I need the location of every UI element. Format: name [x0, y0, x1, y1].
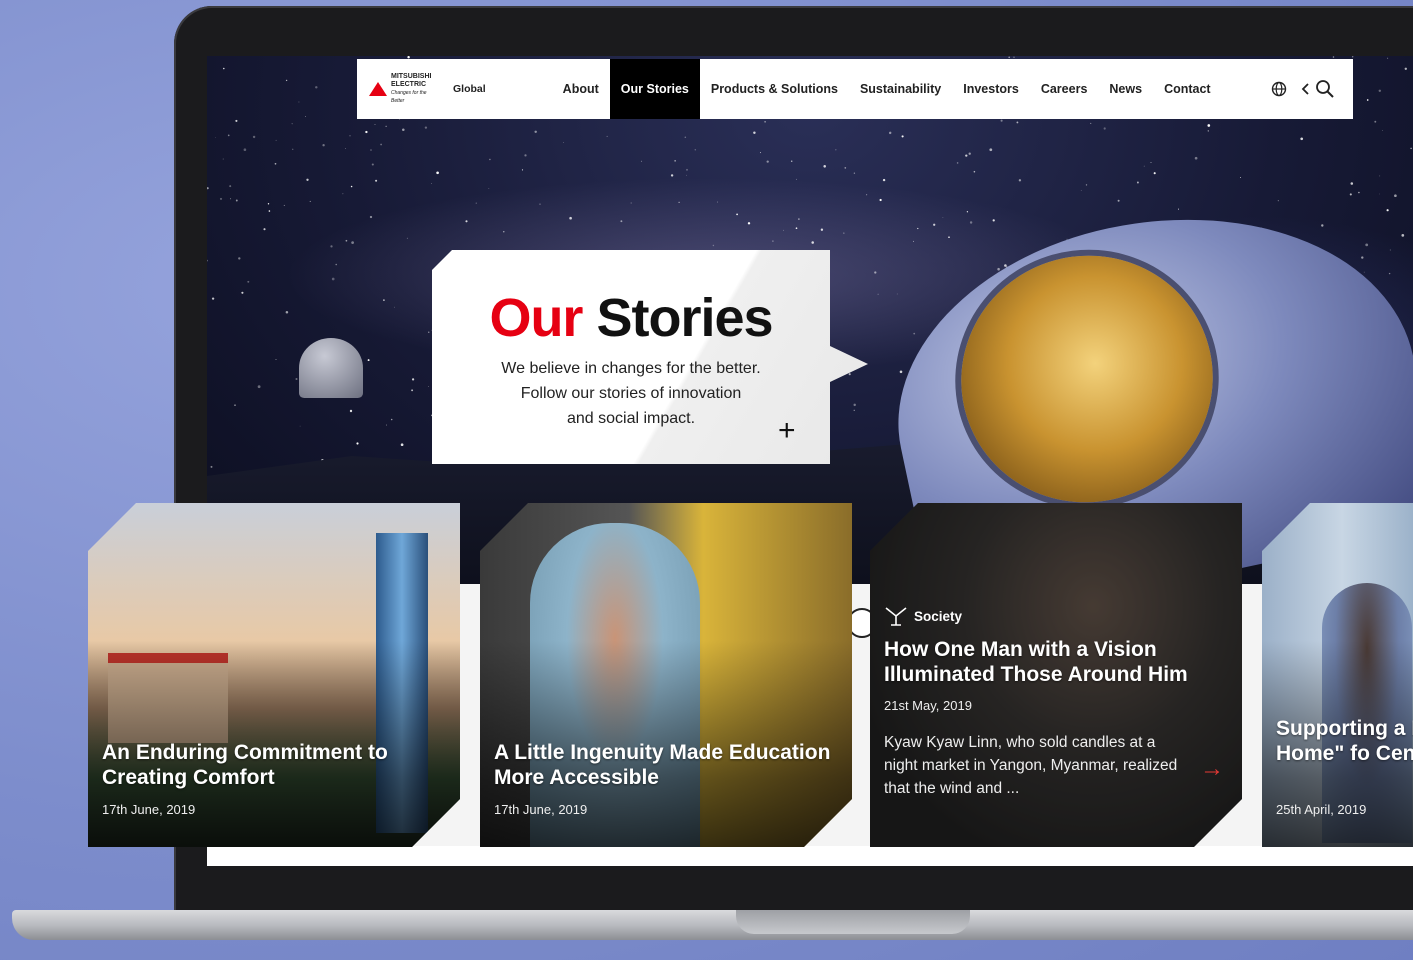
search-icon[interactable] — [1315, 79, 1335, 99]
card-title: How One Man with a Vision Illuminated Th… — [884, 638, 1188, 686]
logo-triangle-icon — [369, 82, 387, 96]
card-title: A Little Ingenuity Made Education More A… — [494, 741, 831, 789]
page-title: Our Stories — [432, 288, 830, 348]
nav-item-sustainability[interactable]: Sustainability — [849, 59, 952, 119]
card-date: 17th June, 2019 — [102, 802, 196, 817]
expand-plus-icon[interactable]: + — [778, 416, 796, 446]
brand-logo[interactable]: MITSUBISHI ELECTRIC Changes for the Bett… — [369, 73, 441, 105]
nav-item-our-stories[interactable]: Our Stories — [609, 59, 700, 119]
nav-item-contact[interactable]: Contact — [1153, 59, 1222, 119]
story-card[interactable]: An Enduring Commitment to Creating Comfo… — [88, 503, 460, 847]
nav-utility-icons — [1271, 79, 1335, 99]
nav-menu: About Our Stories Products & Solutions S… — [552, 59, 1222, 119]
card-date: 21st May, 2019 — [884, 698, 972, 713]
card-title: Supporting a N "Our Home" fo Century — [1276, 717, 1413, 765]
nav-item-news[interactable]: News — [1098, 59, 1153, 119]
laptop-notch — [736, 910, 970, 934]
hero-callout: Our Stories We believe in changes for th… — [432, 250, 868, 464]
top-navigation: MITSUBISHI ELECTRIC Changes for the Bett… — [357, 59, 1353, 119]
card-category: Society — [884, 606, 962, 626]
card-date: 17th June, 2019 — [494, 802, 588, 817]
arrow-right-icon[interactable]: → — [1200, 755, 1224, 783]
society-icon — [884, 606, 908, 626]
card-date: 25th April, 2019 — [1276, 802, 1367, 817]
page-title-accent: Our — [489, 288, 583, 348]
hero-subtitle: We believe in changes for the better. Fo… — [501, 360, 761, 427]
page-title-main: Stories — [596, 288, 773, 348]
story-card[interactable]: A Little Ingenuity Made Education More A… — [480, 503, 852, 847]
observatory-small-dome — [299, 338, 363, 398]
card-excerpt: Kyaw Kyaw Linn, who sold candles at a ni… — [884, 734, 1178, 797]
featured-story-card[interactable]: Society How One Man with a Vision Illumi… — [870, 503, 1242, 847]
story-card[interactable]: Supporting a N "Our Home" fo Century 25t… — [1262, 503, 1413, 847]
logo-wordmark: MITSUBISHI ELECTRIC Changes for the Bett… — [391, 73, 432, 104]
card-title: An Enduring Commitment to Creating Comfo… — [102, 741, 388, 789]
globe-icon[interactable] — [1271, 81, 1287, 97]
region-selector[interactable]: Global — [453, 83, 486, 95]
nav-item-about[interactable]: About — [552, 59, 610, 119]
nav-item-careers[interactable]: Careers — [1030, 59, 1099, 119]
chevron-left-icon[interactable] — [1301, 81, 1311, 97]
laptop-base — [12, 910, 1413, 940]
nav-item-products-solutions[interactable]: Products & Solutions — [700, 59, 849, 119]
nav-item-investors[interactable]: Investors — [952, 59, 1030, 119]
